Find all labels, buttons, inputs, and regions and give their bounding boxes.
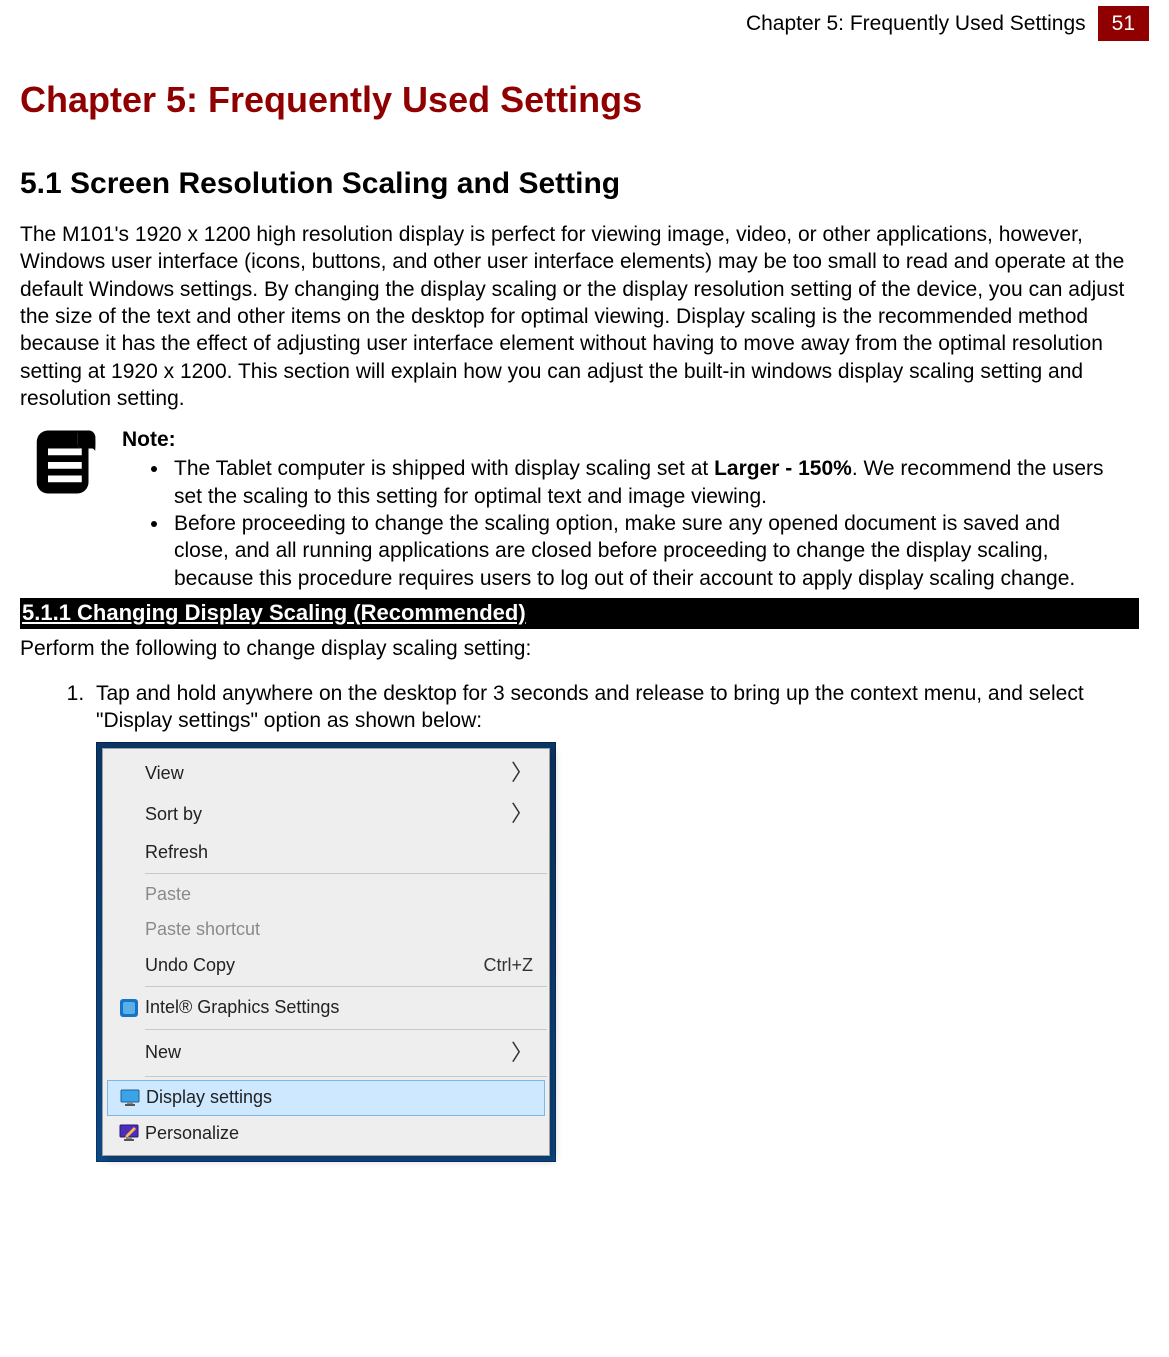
chevron-right-icon: 〉	[511, 759, 533, 788]
menu-separator	[145, 1029, 547, 1030]
note-block: Note: The Tablet computer is shipped wit…	[20, 426, 1149, 592]
menu-item-sort-by[interactable]: Sort by 〉	[105, 794, 547, 835]
context-menu: View 〉 Sort by 〉 Refresh	[102, 748, 550, 1156]
menu-item-display-settings[interactable]: Display settings	[107, 1080, 545, 1115]
subsection-intro: Perform the following to change display …	[20, 635, 1149, 662]
menu-item-personalize[interactable]: Personalize	[105, 1116, 547, 1151]
menu-separator	[145, 986, 547, 987]
menu-item-paste-shortcut: Paste shortcut	[105, 912, 547, 947]
menu-item-undo-copy[interactable]: Undo Copy Ctrl+Z	[105, 948, 547, 983]
note-item: Before proceeding to change the scaling …	[170, 510, 1109, 592]
chevron-right-icon: 〉	[511, 800, 533, 829]
page-header: Chapter 5: Frequently Used Settings 51	[20, 0, 1149, 47]
context-menu-screenshot: View 〉 Sort by 〉 Refresh	[96, 742, 556, 1162]
chapter-title: Chapter 5: Frequently Used Settings	[20, 77, 1149, 124]
note-label: Note:	[122, 426, 1109, 453]
personalize-icon	[113, 1124, 145, 1142]
menu-item-refresh[interactable]: Refresh	[105, 835, 547, 870]
menu-separator	[145, 1076, 547, 1077]
section-title: 5.1 Screen Resolution Scaling and Settin…	[20, 164, 1149, 203]
menu-shortcut: Ctrl+Z	[484, 954, 534, 977]
menu-separator	[145, 873, 547, 874]
menu-item-intel-graphics[interactable]: Intel® Graphics Settings	[105, 990, 547, 1025]
page-number: 51	[1098, 6, 1149, 41]
running-title: Chapter 5: Frequently Used Settings	[746, 10, 1086, 37]
display-icon	[114, 1089, 146, 1107]
document-page: Chapter 5: Frequently Used Settings 51 C…	[0, 0, 1169, 1182]
note-item: The Tablet computer is shipped with disp…	[170, 455, 1109, 510]
note-list: The Tablet computer is shipped with disp…	[122, 455, 1109, 591]
note-icon	[30, 426, 102, 498]
subsection-title: 5.1.1 Changing Display Scaling (Recommen…	[20, 598, 1139, 629]
step-item: Tap and hold anywhere on the desktop for…	[90, 680, 1149, 1162]
section-intro: The M101's 1920 x 1200 high resolution d…	[20, 221, 1149, 412]
menu-item-new[interactable]: New 〉	[105, 1033, 547, 1074]
steps-list: Tap and hold anywhere on the desktop for…	[20, 680, 1149, 1162]
intel-icon	[113, 998, 145, 1018]
note-body: Note: The Tablet computer is shipped wit…	[122, 426, 1149, 592]
menu-item-view[interactable]: View 〉	[105, 753, 547, 794]
menu-item-paste: Paste	[105, 877, 547, 912]
chevron-right-icon: 〉	[511, 1039, 533, 1068]
